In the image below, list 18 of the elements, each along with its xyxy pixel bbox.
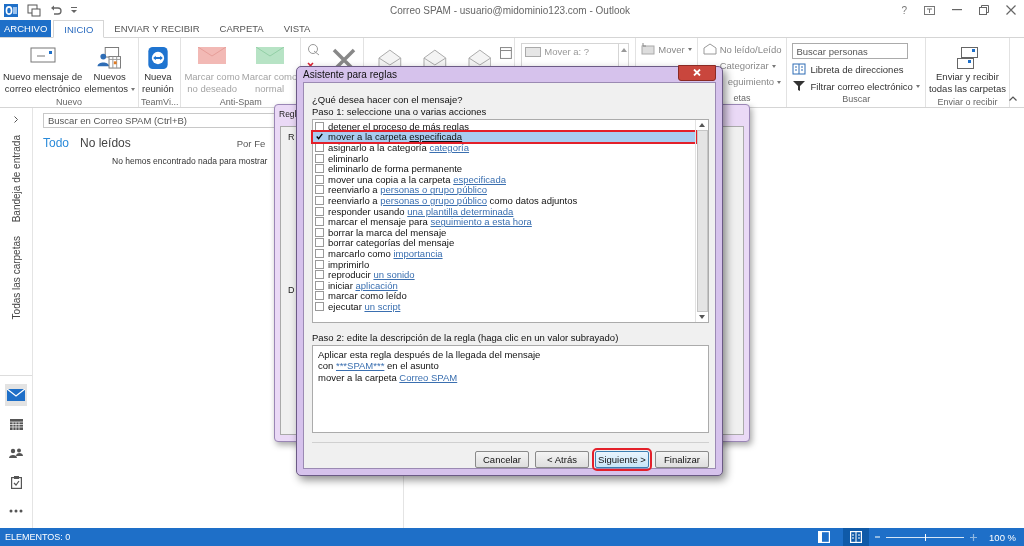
rule-description-line: Aplicar esta regla después de la llegada del mensaje — [318, 349, 541, 361]
window-title: Correo SPAM - usuario@midominio123.com - Outlook — [389, 4, 631, 16]
dialog-label: D — [288, 285, 295, 295]
empty-message: No hemos encontrado nada para mostrar — [112, 156, 268, 166]
group-label: Nuevo — [55, 97, 84, 107]
dialog-label: R — [288, 132, 295, 142]
zoom-level: 100 % — [989, 531, 1016, 543]
group-label: Anti-Spam — [218, 97, 263, 107]
group-label: Enviar o recibir — [936, 97, 999, 107]
rule-description-line: mover a la carpeta Correo SPAM — [318, 371, 458, 383]
group-label: etas — [732, 93, 752, 105]
group-label: TeamVi... — [141, 97, 179, 107]
group-label: Buscar — [841, 94, 872, 105]
step-label: Paso 2: edite la descripción de la regla (haga clic en un valor subrayado) — [312, 332, 620, 344]
rule-description-line: con ***SPAM*** en el asunto — [318, 360, 439, 372]
dialog-title: Asistente para reglas — [303, 69, 397, 80]
question-text: ¿Qué desea hacer con el mensaje? — [312, 94, 464, 106]
item-count: ELEMENTOS: 0 — [5, 532, 71, 542]
